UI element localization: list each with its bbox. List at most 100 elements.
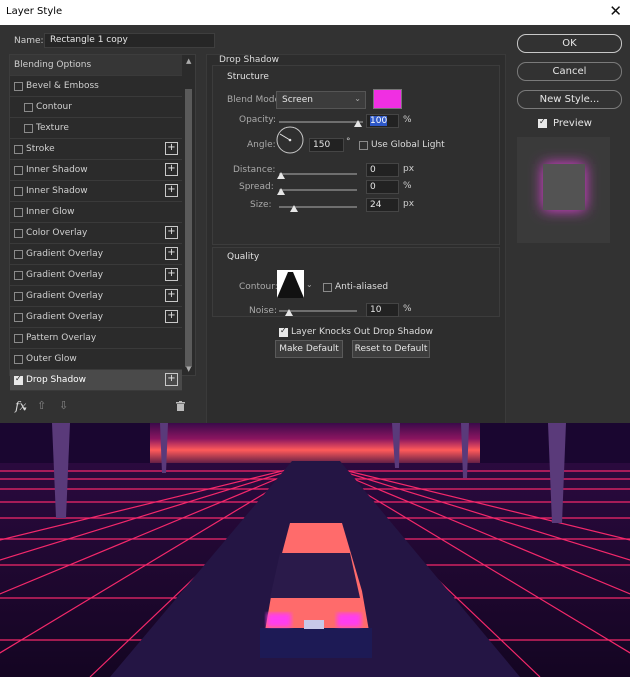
contour-dropdown-icon[interactable]: ⌄ xyxy=(306,280,313,289)
noise-slider-knob[interactable] xyxy=(285,309,293,316)
opacity-input[interactable]: 100 xyxy=(366,114,399,128)
move-up-icon[interactable]: ⇧ xyxy=(37,399,46,412)
style-checkbox[interactable] xyxy=(14,334,23,343)
structure-group: Structure Blend Mode: Screen ⌄ Opacity: … xyxy=(212,65,500,245)
style-item[interactable]: Contour xyxy=(10,97,182,118)
style-checkbox[interactable] xyxy=(14,292,23,301)
style-item[interactable]: Gradient Overlay + xyxy=(10,286,182,307)
preview-thumbnail xyxy=(517,137,610,243)
style-checkbox[interactable] xyxy=(14,82,23,91)
style-item[interactable]: Blending Options xyxy=(10,55,182,76)
structure-title: Structure xyxy=(227,72,269,82)
blend-mode-value: Screen xyxy=(282,95,313,105)
angle-input[interactable]: 150 xyxy=(309,138,344,152)
spread-unit: % xyxy=(403,181,412,191)
distance-input[interactable]: 0 xyxy=(366,163,399,177)
size-label: Size: xyxy=(250,200,272,210)
size-slider-knob[interactable] xyxy=(290,205,298,212)
quality-title: Quality xyxy=(227,252,260,262)
style-item[interactable]: Gradient Overlay + xyxy=(10,307,182,328)
style-checkbox[interactable] xyxy=(24,103,33,112)
style-item-label: Gradient Overlay xyxy=(26,249,104,259)
move-down-icon[interactable]: ⇩ xyxy=(59,399,68,412)
size-input[interactable]: 24 xyxy=(366,198,399,212)
style-item[interactable]: Outer Glow xyxy=(10,349,182,370)
angle-unit: ° xyxy=(346,137,351,147)
knockout-checkbox[interactable] xyxy=(279,326,288,337)
styles-list: Blending Options Bevel & Emboss Contour Tex… xyxy=(9,54,196,391)
style-checkbox[interactable] xyxy=(14,229,23,238)
opacity-slider-track[interactable] xyxy=(279,121,363,123)
scroll-down-icon[interactable]: ▼ xyxy=(186,365,191,373)
spread-slider-knob[interactable] xyxy=(277,188,285,195)
distance-slider-track[interactable] xyxy=(279,173,357,175)
preview-checkbox[interactable] xyxy=(538,117,547,128)
add-style-icon[interactable]: + xyxy=(165,247,178,260)
style-checkbox[interactable] xyxy=(14,208,23,217)
distance-slider-knob[interactable] xyxy=(277,172,285,179)
spread-slider-track[interactable] xyxy=(279,189,357,191)
noise-input[interactable]: 10 xyxy=(366,303,399,317)
anti-aliased-checkbox[interactable] xyxy=(323,283,332,292)
add-style-icon[interactable]: + xyxy=(165,289,178,302)
style-checkbox[interactable] xyxy=(14,355,23,364)
style-item[interactable]: Gradient Overlay + xyxy=(10,265,182,286)
style-item[interactable]: Inner Glow xyxy=(10,202,182,223)
preview-label: Preview xyxy=(553,118,592,129)
styles-scrollbar[interactable]: ▲ ▼ xyxy=(183,55,194,375)
add-style-icon[interactable]: + xyxy=(165,184,178,197)
style-checkbox[interactable] xyxy=(14,374,23,385)
style-item[interactable]: Pattern Overlay xyxy=(10,328,182,349)
shadow-color-swatch[interactable] xyxy=(373,89,402,109)
use-global-light-checkbox[interactable] xyxy=(359,141,368,150)
add-style-icon[interactable]: + xyxy=(165,142,178,155)
style-item-label: Gradient Overlay xyxy=(26,270,104,280)
spread-input[interactable]: 0 xyxy=(366,180,399,194)
anti-aliased-label: Anti-aliased xyxy=(335,282,389,292)
style-item[interactable]: Color Overlay + xyxy=(10,223,182,244)
opacity-slider-knob[interactable] xyxy=(354,120,362,127)
contour-preview[interactable] xyxy=(277,270,304,298)
style-item[interactable]: Bevel & Emboss xyxy=(10,76,182,97)
name-input[interactable]: Rectangle 1 copy xyxy=(44,33,215,48)
title-bar: Layer Style ✕ xyxy=(0,0,630,25)
close-icon[interactable]: ✕ xyxy=(609,2,622,20)
cancel-button[interactable]: Cancel xyxy=(517,62,622,81)
style-checkbox[interactable] xyxy=(14,313,23,322)
scrollbar-thumb[interactable] xyxy=(185,89,192,367)
style-checkbox[interactable] xyxy=(14,145,23,154)
add-style-icon[interactable]: + xyxy=(165,268,178,281)
trash-icon[interactable] xyxy=(176,401,185,411)
chevron-down-icon: ⌄ xyxy=(354,94,361,103)
fx-dropdown-icon[interactable]: ▾ xyxy=(23,405,27,413)
add-style-icon[interactable]: + xyxy=(165,310,178,323)
new-style-button[interactable]: New Style... xyxy=(517,90,622,109)
distance-unit: px xyxy=(403,164,415,174)
style-item-label: Color Overlay xyxy=(26,228,88,238)
opacity-value: 100 xyxy=(370,116,388,126)
style-checkbox[interactable] xyxy=(14,271,23,280)
reset-default-button[interactable]: Reset to Default xyxy=(352,340,430,358)
style-checkbox[interactable] xyxy=(14,250,23,259)
add-style-icon[interactable]: + xyxy=(165,163,178,176)
style-item-label: Inner Glow xyxy=(26,207,75,217)
style-checkbox[interactable] xyxy=(14,187,23,196)
blend-mode-select[interactable]: Screen ⌄ xyxy=(276,91,366,109)
style-item[interactable]: Stroke + xyxy=(10,139,182,160)
use-global-light-label: Use Global Light xyxy=(371,140,445,150)
add-style-icon[interactable]: + xyxy=(165,373,178,386)
style-checkbox[interactable] xyxy=(24,124,33,133)
style-item[interactable]: Drop Shadow + xyxy=(10,370,182,391)
style-item[interactable]: Inner Shadow + xyxy=(10,181,182,202)
make-default-button[interactable]: Make Default xyxy=(275,340,343,358)
style-item[interactable]: Texture xyxy=(10,118,182,139)
opacity-unit: % xyxy=(403,115,412,125)
style-checkbox[interactable] xyxy=(14,166,23,175)
ok-button[interactable]: OK xyxy=(517,34,622,53)
style-item-label: Inner Shadow xyxy=(26,165,88,175)
style-item[interactable]: Gradient Overlay + xyxy=(10,244,182,265)
scroll-up-icon[interactable]: ▲ xyxy=(186,57,191,65)
style-item[interactable]: Inner Shadow + xyxy=(10,160,182,181)
angle-dial[interactable] xyxy=(276,126,304,154)
add-style-icon[interactable]: + xyxy=(165,226,178,239)
